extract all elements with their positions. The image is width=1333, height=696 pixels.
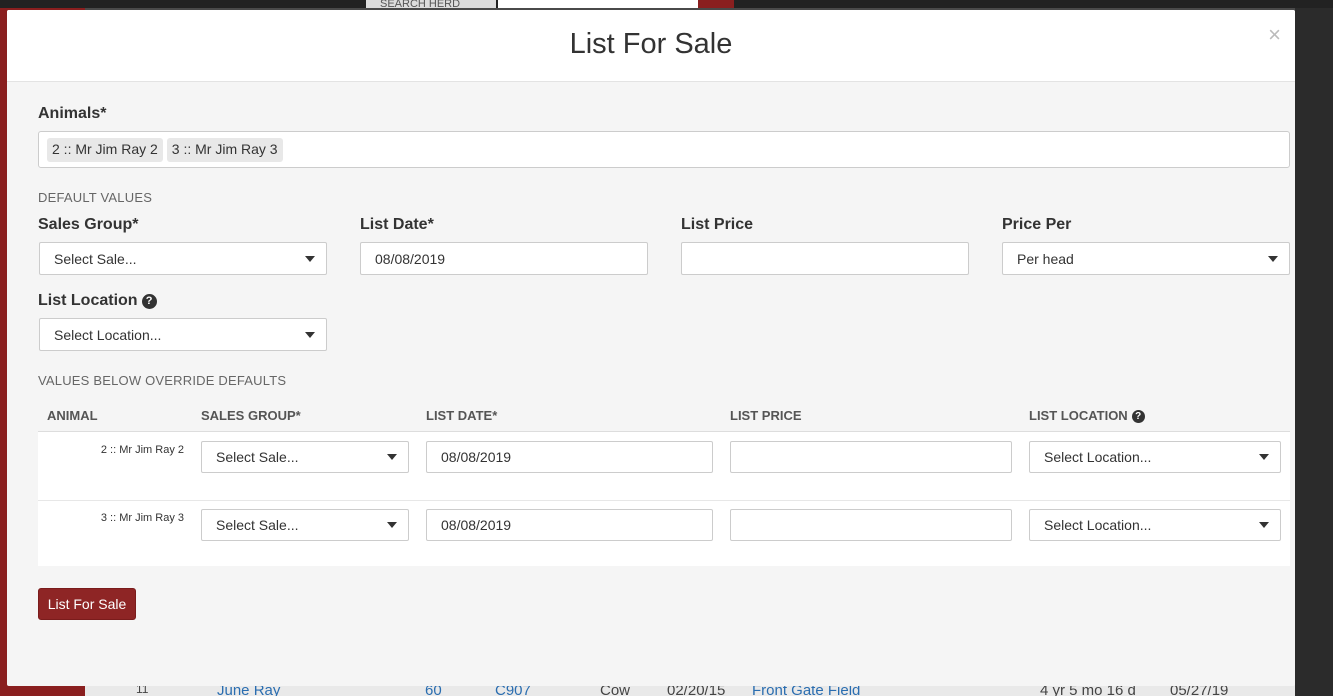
column-header-animal: ANIMAL [47,408,98,423]
caret-down-icon [1268,255,1278,262]
row-list-location-select[interactable]: Select Location... [1029,509,1281,541]
list-for-sale-button[interactable]: List For Sale [38,588,136,620]
row-sales-group-value: Select Sale... [216,449,299,465]
sales-group-label: Sales Group* [38,216,139,233]
list-date-value: 08/08/2019 [375,250,446,267]
search-input[interactable] [498,0,698,8]
list-location-value: Select Location... [54,326,162,343]
column-header-list-price: LIST PRICE [730,408,802,423]
caret-down-icon [387,522,397,528]
caret-down-icon [305,255,315,262]
list-location-label: List Location? [38,292,157,310]
animals-label: Animals* [38,105,107,122]
question-circle-icon[interactable]: ? [141,293,157,309]
app-right-edge [1295,8,1333,696]
animal-tag[interactable]: 2 :: Mr Jim Ray 2 [47,138,163,162]
list-price-label: List Price [681,216,754,233]
list-date-label: List Date* [360,216,434,233]
sales-group-value: Select Sale... [54,250,137,267]
column-header-list-location-text: LIST LOCATION [1029,408,1128,423]
column-header-sales-group: SALES GROUP* [201,408,301,423]
row-list-price-input[interactable] [730,441,1012,473]
caret-down-icon [387,454,397,460]
row-sales-group-value: Select Sale... [216,517,299,533]
animal-cell: 3 :: Mr Jim Ray 3 [100,512,184,524]
price-per-value: Per head [1017,250,1074,267]
caret-down-icon [1259,454,1269,460]
list-for-sale-modal: List For Sale × Animals* 2 :: Mr Jim Ray… [7,10,1295,686]
modal-title: List For Sale [569,28,733,60]
animal-tag[interactable]: 3 :: Mr Jim Ray 3 [166,138,283,162]
list-price-input[interactable] [681,242,969,275]
question-circle-icon[interactable]: ? [1131,410,1145,423]
row-list-date-input[interactable]: 08/08/2019 [426,441,713,473]
row-list-date-value: 08/08/2019 [441,449,512,465]
override-values-heading: VALUES BELOW OVERRIDE DEFAULTS [38,373,287,388]
row-list-location-value: Select Location... [1044,449,1152,465]
search-herd-dropdown[interactable]: SEARCH HERD [366,0,496,8]
price-per-select[interactable]: Per head [1002,242,1290,275]
column-header-list-location: LIST LOCATION? [1029,408,1145,423]
animals-tag-input[interactable]: 2 :: Mr Jim Ray 2 3 :: Mr Jim Ray 3 [38,131,1290,168]
column-header-list-date: LIST DATE* [426,408,498,423]
table-row: 3 :: Mr Jim Ray 3 Select Sale... 08/08/2… [38,500,1290,567]
row-list-date-input[interactable]: 08/08/2019 [426,509,713,541]
row-list-price-input[interactable] [730,509,1012,541]
animal-cell: 2 :: Mr Jim Ray 2 [100,444,184,456]
table-header: ANIMAL SALES GROUP* LIST DATE* LIST PRIC… [38,398,1290,432]
caret-down-icon [305,331,315,338]
row-list-location-value: Select Location... [1044,517,1152,533]
modal-header: List For Sale × [7,10,1295,82]
row-list-date-value: 08/08/2019 [441,517,512,533]
close-icon[interactable]: × [1268,22,1281,48]
list-location-select[interactable]: Select Location... [39,318,327,351]
table-row: 2 :: Mr Jim Ray 2 Select Sale... 08/08/2… [38,433,1290,500]
row-sales-group-select[interactable]: Select Sale... [201,441,409,473]
override-table: ANIMAL SALES GROUP* LIST DATE* LIST PRIC… [38,398,1290,566]
row-list-location-select[interactable]: Select Location... [1029,441,1281,473]
list-location-label-text: List Location [38,292,138,309]
default-values-heading: DEFAULT VALUES [38,190,153,205]
caret-down-icon [1259,522,1269,528]
price-per-label: Price Per [1002,216,1072,233]
row-sales-group-select[interactable]: Select Sale... [201,509,409,541]
search-button[interactable] [698,0,734,8]
sales-group-select[interactable]: Select Sale... [39,242,327,275]
list-date-input[interactable]: 08/08/2019 [360,242,648,275]
